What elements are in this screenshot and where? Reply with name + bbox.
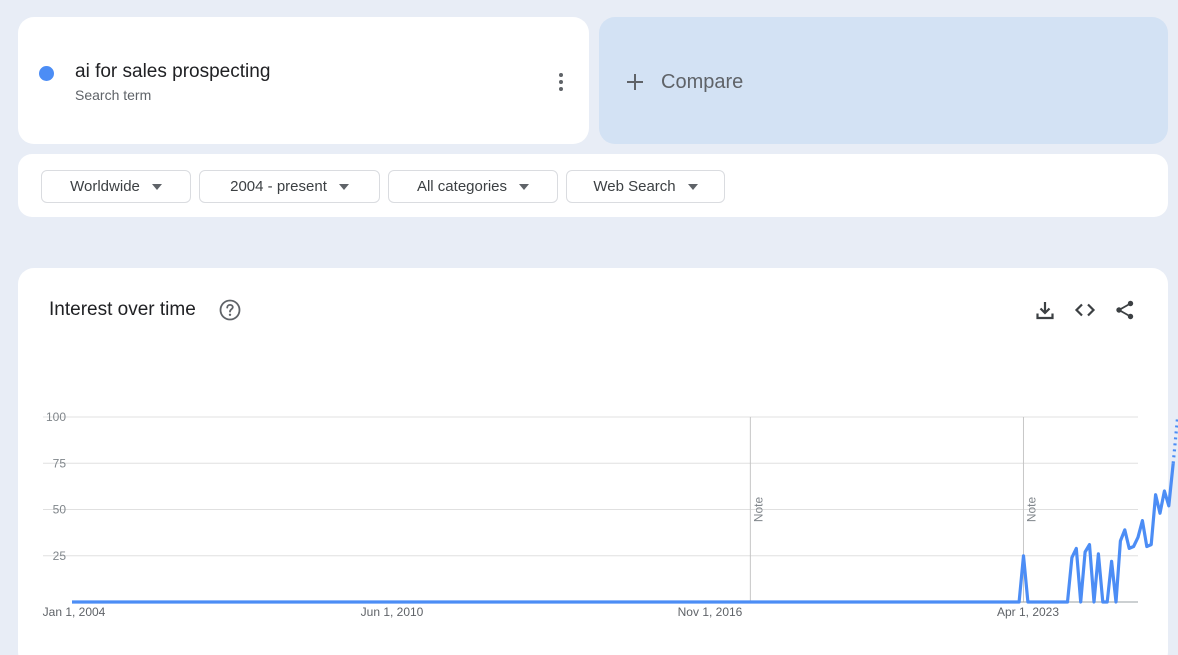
note-label: Note <box>751 497 765 523</box>
series-line <box>72 463 1175 604</box>
note-label: Note <box>1024 497 1038 523</box>
x-tick-label: Jun 1, 2010 <box>361 605 424 619</box>
x-tick-label: Apr 1, 2023 <box>997 605 1059 619</box>
partial-data-line <box>1171 416 1178 464</box>
y-tick-label: 100 <box>46 410 66 424</box>
interest-chart: 25 50 75 100 Note Note Jan 1, 2004 Jun 1, 2010 N… <box>43 410 1178 619</box>
y-tick-label: 25 <box>53 549 67 563</box>
y-tick-label: 50 <box>53 503 67 517</box>
x-tick-label: Jan 1, 2004 <box>43 605 106 619</box>
x-tick-label: Nov 1, 2016 <box>678 605 743 619</box>
y-tick-label: 75 <box>53 456 67 470</box>
